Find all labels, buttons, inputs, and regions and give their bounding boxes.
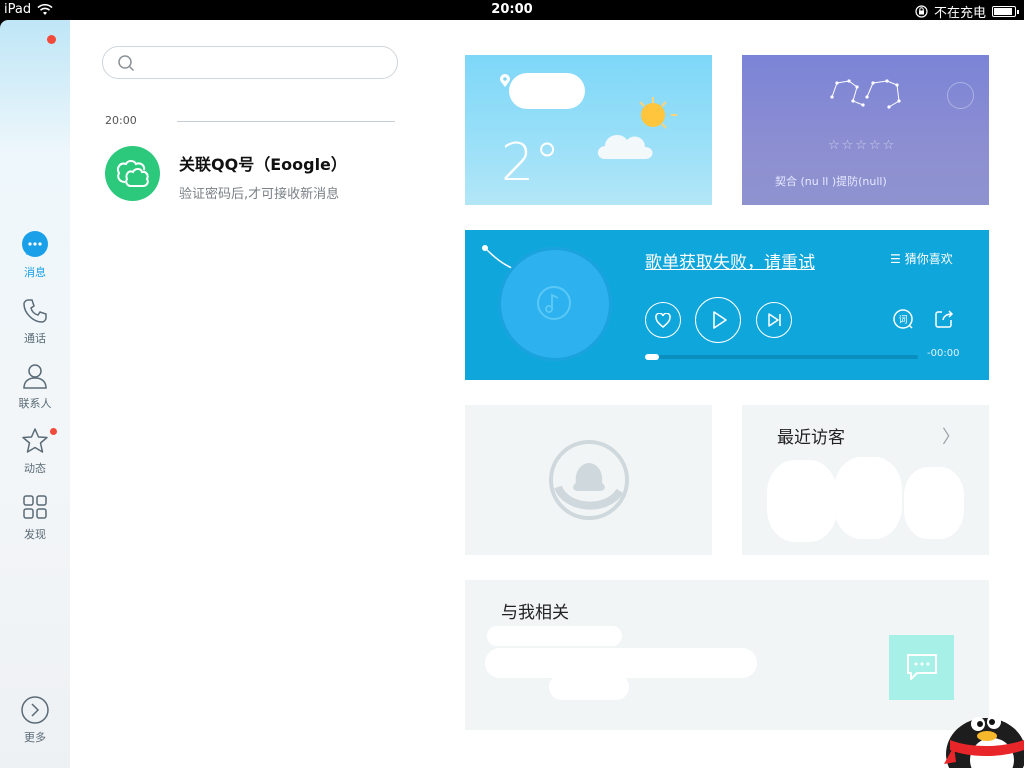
like-button[interactable] xyxy=(645,302,681,338)
linked-accounts-icon xyxy=(116,160,149,187)
weather-card[interactable]: 2° xyxy=(465,55,712,205)
search-icon xyxy=(118,55,135,72)
horoscope-card[interactable]: ☆☆☆☆☆ 契合 (nu ll )提防(null) xyxy=(742,55,989,205)
album-disc[interactable] xyxy=(498,247,612,361)
temperature: 2° xyxy=(501,133,561,193)
chat-list-panel: 20:00 关联QQ号（Eoogle） 验证密码后,才可接收新消息 xyxy=(70,20,430,768)
grid-icon xyxy=(23,495,47,519)
comment-icon xyxy=(907,654,937,680)
location-redacted xyxy=(509,73,585,109)
nav-label-messages: 消息 xyxy=(24,266,46,279)
message-button[interactable] xyxy=(889,635,954,700)
nav-item-feeds[interactable]: 动态 xyxy=(0,426,70,476)
nav-item-messages[interactable]: 消息 xyxy=(0,230,70,280)
nav-label-contacts: 联系人 xyxy=(18,397,52,410)
horoscope-match-text: 契合 (nu ll )提防(null) xyxy=(775,175,887,188)
track-duration: -00:00 xyxy=(927,348,960,359)
constellation-icon xyxy=(830,79,901,109)
nav-label-discover: 发现 xyxy=(24,528,46,541)
nav-item-contacts[interactable]: 联系人 xyxy=(0,361,70,411)
visitor-avatar[interactable] xyxy=(767,460,837,542)
qzone-logo-icon xyxy=(549,440,629,520)
playlist-error-link[interactable]: 歌单获取失败，请重试 xyxy=(645,248,815,273)
visitor-avatar[interactable] xyxy=(904,467,964,539)
recent-visitors-card[interactable]: 最近访客 〉 xyxy=(742,405,989,555)
battery-icon xyxy=(992,6,1019,17)
qq-penguin-mascot[interactable] xyxy=(940,696,1024,768)
heart-icon xyxy=(655,313,671,328)
charging-status: 不在充电 xyxy=(933,6,986,21)
chat-bubble-icon xyxy=(22,231,48,257)
conversation-title: 关联QQ号（Eoogle） xyxy=(179,155,347,174)
nav-label-feeds: 动态 xyxy=(24,462,46,475)
nav-item-calls[interactable]: 通话 xyxy=(0,296,70,346)
side-nav: 消息 通话 联系人 动态 发现 更多 xyxy=(0,20,70,768)
contact-icon xyxy=(23,364,47,389)
qzone-card[interactable] xyxy=(465,405,712,555)
nav-label-calls: 通话 xyxy=(24,332,46,345)
skip-next-icon xyxy=(768,313,781,327)
guess-you-like-button[interactable]: ☰ 猜你喜欢 xyxy=(890,250,953,267)
star-icon xyxy=(22,428,48,453)
conversation-item[interactable]: 关联QQ号（Eoogle） 验证密码后,才可接收新消息 xyxy=(105,146,405,206)
list-icon: ☰ xyxy=(890,252,901,266)
lyrics-icon[interactable]: 词 xyxy=(892,308,914,330)
chevron-right-circle-icon xyxy=(21,696,49,724)
progress-thumb[interactable] xyxy=(645,354,659,360)
avatar xyxy=(105,146,160,201)
progress-bar[interactable] xyxy=(645,354,918,360)
nav-item-discover[interactable]: 发现 xyxy=(0,492,70,542)
next-button[interactable] xyxy=(756,302,792,338)
time-divider-line xyxy=(177,121,395,122)
nav-label-more: 更多 xyxy=(24,731,46,744)
star-rating: ☆☆☆☆☆ xyxy=(828,138,897,153)
phone-icon xyxy=(23,299,47,323)
nav-item-more[interactable]: 更多 xyxy=(0,695,70,745)
chevron-right-icon: 〉 xyxy=(942,427,960,448)
guess-label: 猜你喜欢 xyxy=(904,252,953,266)
search-input[interactable] xyxy=(102,46,398,79)
music-card: 歌单获取失败，请重试 ☰ 猜你喜欢 词 -00:00 xyxy=(465,230,989,380)
rotation-lock-icon xyxy=(915,5,928,18)
notification-dot xyxy=(47,35,56,44)
visitors-title: 最近访客 xyxy=(777,428,845,448)
conversation-preview: 验证密码后,才可接收新消息 xyxy=(179,187,340,202)
play-icon xyxy=(713,311,727,329)
status-right: 不在充电 xyxy=(915,2,1019,21)
visitor-avatar[interactable] xyxy=(834,457,902,539)
share-icon[interactable] xyxy=(933,308,955,330)
related-to-me-card[interactable]: 与我相关 xyxy=(465,580,989,730)
redacted-content xyxy=(485,620,757,700)
music-note-icon xyxy=(537,286,571,320)
zodiac-ring-icon xyxy=(947,82,974,109)
sun-cloud-icon xyxy=(597,97,677,159)
dashboard: 2° ☆☆☆☆☆ 契合 (nu ll )提防(null) 歌单获取失败，请重试 … xyxy=(430,20,1024,768)
status-time: 20:00 xyxy=(491,2,533,17)
time-divider-label: 20:00 xyxy=(105,114,137,127)
svg-text:词: 词 xyxy=(898,315,907,326)
play-button[interactable] xyxy=(695,297,741,343)
status-bar: iPad 20:00 不在充电 xyxy=(0,0,1024,21)
feeds-badge-dot xyxy=(50,428,57,435)
